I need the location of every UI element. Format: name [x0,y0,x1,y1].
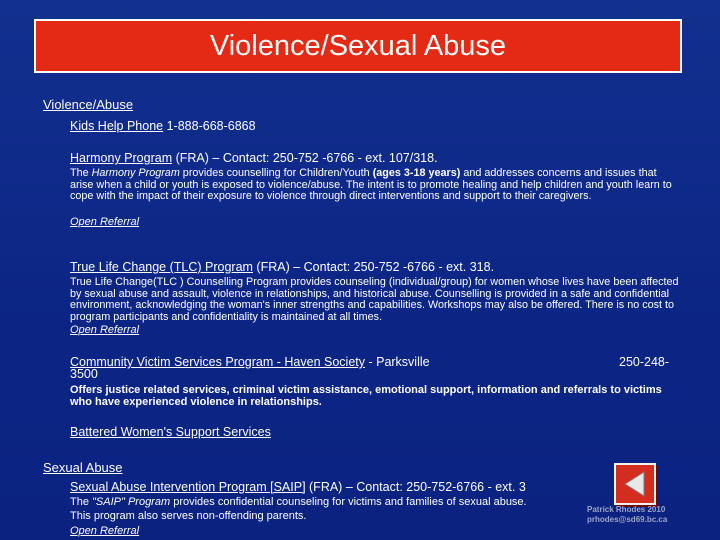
saip-link[interactable]: Sexual Abuse Intervention Program [SAIP] [70,480,306,494]
harmony-line: Harmony Program (FRA) – Contact: 250-752… [70,151,438,165]
harmony-desc-italic: Harmony Program [91,167,180,179]
harmony-desc-the: The [70,167,92,179]
cvs-phone-b: 3500 [70,367,98,381]
watermark-line-2: prhodes@sd69.bc.ca [587,515,668,524]
author-watermark: Patrick Rhodes 2010 prhodes@sd69.bc.ca [587,505,667,525]
sexual-abuse-heading: Sexual Abuse [43,460,123,475]
tlc-line: True Life Change (TLC) Program (FRA) – C… [70,260,494,274]
tlc-open-referral[interactable]: Open Referral [70,324,139,336]
page-title: Violence/Sexual Abuse [209,29,507,62]
saip-description: The "SAIP" Program provides confidential… [70,496,590,523]
harmony-contact: (FRA) – Contact: 250-752 -6766 - ext. 10… [175,151,438,165]
saip-desc-the: The [70,496,93,508]
violence-abuse-heading: Violence/Abuse [43,97,134,112]
cvs-link[interactable]: Community Victim Services Program - Have… [70,355,365,369]
kids-help-line: Kids Help Phone 1-888-668-6868 [70,119,256,133]
cvs-location: - Parksville [365,355,430,369]
kids-help-phone: 1-888-668-6868 [166,119,256,133]
back-button[interactable] [614,463,656,505]
saip-contact: (FRA) – Contact: 250-752-6766 - ext. 3 [305,480,526,494]
harmony-desc-ages: (ages 3-18 years) [372,167,461,179]
cvs-line: Community Victim Services Program - Have… [70,355,630,369]
harmony-desc-part1: provides counselling for Children/Youth [179,167,373,179]
harmony-link[interactable]: Harmony Program [70,151,172,165]
saip-line: Sexual Abuse Intervention Program [SAIP]… [70,480,610,494]
kids-help-link[interactable]: Kids Help Phone [70,119,163,133]
back-triangle-icon [624,471,645,497]
harmony-open-referral[interactable]: Open Referral [70,216,139,228]
battered-women-link[interactable]: Battered Women's Support Services [70,425,271,439]
saip-open-referral[interactable]: Open Referral [70,525,139,537]
tlc-description: True Life Change(TLC ) Counselling Progr… [70,276,679,323]
harmony-description: The Harmony Program provides counselling… [70,167,682,203]
title-banner: Violence/Sexual Abuse [34,19,682,73]
saip-desc-part1: provides confidential counseling for vic… [170,496,527,508]
saip-desc-italic: "SAIP" Program [92,496,171,508]
watermark-line-1: Patrick Rhodes 2010 [587,505,666,514]
saip-desc-line2: This program also serves non-offending p… [70,509,307,522]
cvs-phone-a: 250-248- [619,355,670,369]
tlc-link[interactable]: True Life Change (TLC) Program [70,260,253,274]
cvs-description: Offers justice related services, crimina… [70,384,662,408]
tlc-contact: (FRA) – Contact: 250-752 -6766 - ext. 31… [252,260,495,274]
